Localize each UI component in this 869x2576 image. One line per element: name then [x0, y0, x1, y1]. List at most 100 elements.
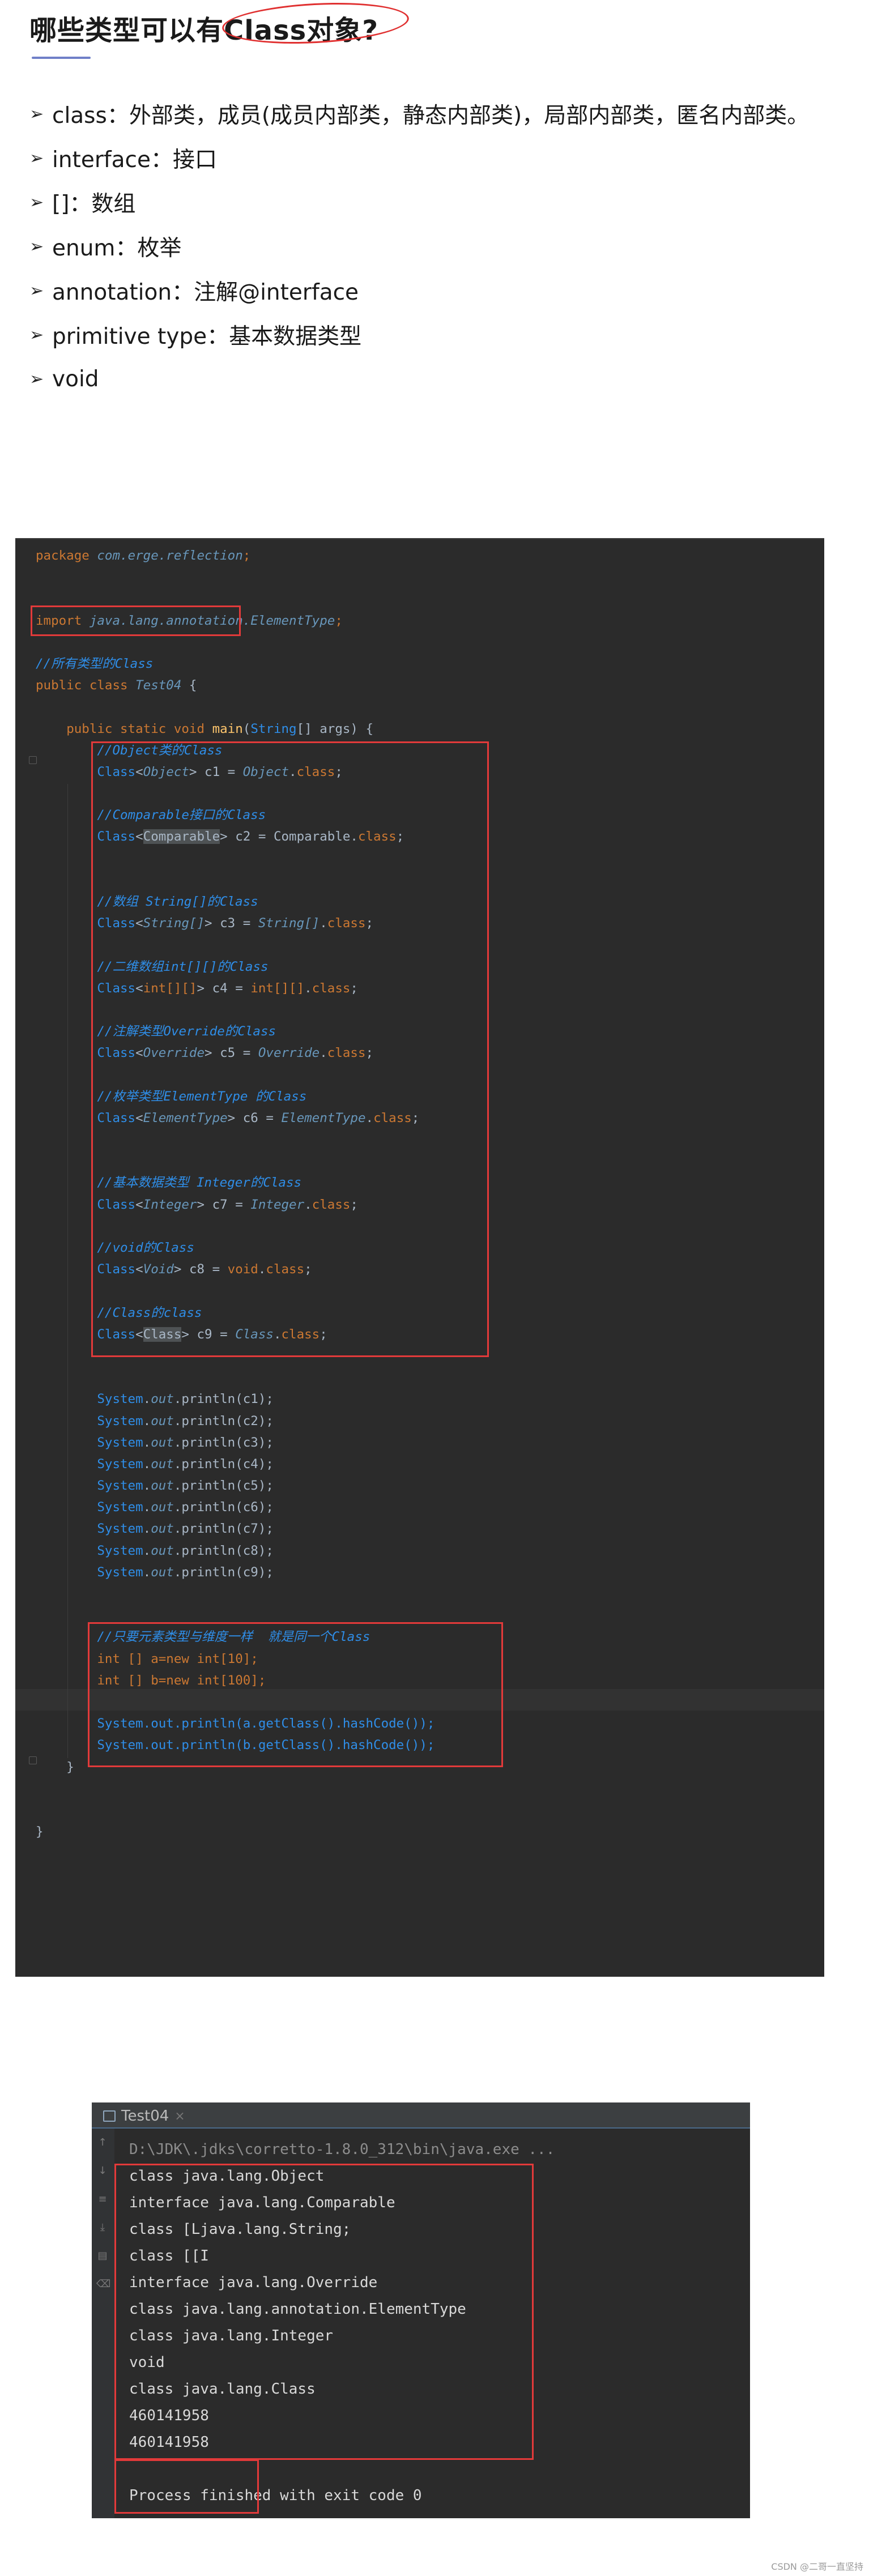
code-token: c5: [242, 1478, 258, 1494]
code-token: package: [36, 548, 90, 563]
bullet-arrow-icon: ➢: [29, 369, 44, 389]
code-token: System: [97, 1543, 143, 1558]
list-item-text: primitive type：基本数据类型: [52, 324, 362, 349]
code-token: System: [97, 1500, 143, 1515]
list-item: ➢ []：数组: [29, 180, 809, 224]
code-token: c4: [242, 1456, 258, 1472]
code-line: public static void main(String[] args) {: [66, 721, 374, 736]
wrap-icon[interactable]: ≡: [96, 2193, 109, 2206]
code-token: out: [151, 1564, 174, 1580]
bullet-arrow-icon: ➢: [29, 236, 44, 257]
bullet-arrow-icon: ➢: [29, 325, 44, 345]
code-token: c1: [242, 1392, 258, 1407]
list-item-text: class：外部类，成员(成员内部类，静态内部类)，局部内部类，匿名内部类。: [52, 103, 810, 129]
print-icon[interactable]: ▤: [96, 2250, 109, 2262]
code-line: public class Test04 {: [36, 678, 197, 693]
code-line: System.out.println(c4);: [97, 1456, 274, 1472]
code-line: System.out.println(c6);: [97, 1500, 274, 1515]
code-token: System: [97, 1392, 143, 1407]
list-item-text: void: [52, 366, 99, 392]
highlight-box-class-names: [114, 2164, 534, 2460]
code-token: String: [250, 721, 297, 736]
list-item-text: annotation：注解@interface: [52, 280, 359, 305]
code-token: System: [97, 1456, 143, 1472]
code-line: System.out.println(c8);: [97, 1543, 274, 1558]
console-command: D:\JDK\.jdks\corretto-1.8.0_312\bin\java…: [129, 2141, 555, 2158]
bullet-arrow-icon: ➢: [29, 192, 44, 212]
list-item-text: enum：枚举: [52, 236, 182, 261]
list-item-text: interface：接口: [52, 147, 217, 173]
watermark: CSDN @二哥一直坚持: [771, 2561, 863, 2572]
code-token: out: [151, 1543, 174, 1558]
code-token: public static void: [66, 721, 205, 736]
code-token: System: [97, 1564, 143, 1580]
bullet-arrow-icon: ➢: [29, 148, 44, 168]
code-token: out: [151, 1413, 174, 1428]
code-token: c7: [242, 1521, 258, 1537]
highlight-box-class-objects: [91, 741, 489, 1357]
code-token: out: [151, 1392, 174, 1407]
console-tab-bar: Test04 ×: [92, 2102, 750, 2129]
arrow-down-icon[interactable]: ↓: [96, 2165, 109, 2177]
code-line: System.out.println(c2);: [97, 1413, 274, 1428]
list-item: ➢ void: [29, 357, 809, 401]
title-underline: [32, 57, 91, 59]
scroll-end-icon[interactable]: ⤓: [96, 2221, 109, 2234]
code-token: Test04: [135, 678, 182, 693]
code-token: out: [151, 1478, 174, 1494]
bullet-arrow-icon: ➢: [29, 104, 44, 124]
code-token: out: [151, 1521, 174, 1537]
type-list: ➢ class：外部类，成员(成员内部类，静态内部类)，局部内部类，匿名内部类。 ➢…: [29, 92, 809, 401]
run-console-screenshot: Test04 × ↑ ↓ ≡ ⤓ ▤ ⌫ D:\JDK\.jdks\corret…: [92, 2102, 750, 2518]
code-token: c8: [242, 1543, 258, 1558]
code-token: out: [151, 1500, 174, 1515]
list-item: ➢ class：外部类，成员(成员内部类，静态内部类)，局部内部类，匿名内部类。: [29, 92, 809, 136]
arrow-up-icon[interactable]: ↑: [96, 2136, 109, 2149]
code-token: [] args) {: [296, 721, 374, 736]
close-icon[interactable]: ×: [174, 2109, 185, 2123]
highlight-box-hashcode: [88, 1622, 503, 1767]
code-token: com.erge.reflection: [97, 548, 243, 563]
code-token: System: [97, 1521, 143, 1537]
list-item: ➢ primitive type：基本数据类型: [29, 313, 809, 357]
code-comment: //所有类型的Class: [36, 656, 154, 671]
bullet-arrow-icon: ➢: [29, 280, 44, 301]
code-line: System.out.println(c5);: [97, 1478, 274, 1494]
code-line: System.out.println(c9);: [97, 1564, 274, 1580]
trash-icon[interactable]: ⌫: [96, 2278, 110, 2291]
code-editor-screenshot: package com.erge.reflection; import java.…: [15, 538, 824, 1977]
list-item: ➢ annotation：注解@interface: [29, 268, 809, 313]
code-token: out: [151, 1456, 174, 1472]
run-config-icon: [103, 2110, 116, 2122]
code-token: public class: [36, 678, 128, 693]
code-token: c9: [242, 1564, 258, 1580]
list-item: ➢ interface：接口: [29, 136, 809, 180]
code-token: c2: [242, 1413, 258, 1428]
code-token: c6: [242, 1500, 258, 1515]
code-line: //所有类型的Class: [36, 653, 434, 675]
code-token: System: [97, 1478, 143, 1494]
highlight-box-all-types: [31, 605, 241, 636]
tab-test04[interactable]: Test04 ×: [103, 2106, 185, 2126]
code-token: c3: [242, 1435, 258, 1450]
code-token: System: [97, 1413, 143, 1428]
code-token: System: [97, 1435, 143, 1450]
list-item-text: []：数组: [52, 191, 136, 217]
code-token: out: [151, 1435, 174, 1450]
highlight-box-hashcodes: [114, 2459, 259, 2514]
list-item: ➢ enum：枚举: [29, 224, 809, 268]
tab-label: Test04: [121, 2108, 169, 2125]
code-token: ;: [335, 613, 343, 628]
code-line: System.out.println(c3);: [97, 1435, 274, 1450]
code-token: ;: [242, 548, 251, 563]
code-line: package com.erge.reflection;: [36, 545, 434, 566]
console-gutter: ↑ ↓ ≡ ⤓ ▤ ⌫: [92, 2129, 114, 2518]
code-line: }: [36, 1824, 44, 1840]
code-token: main: [212, 721, 243, 736]
